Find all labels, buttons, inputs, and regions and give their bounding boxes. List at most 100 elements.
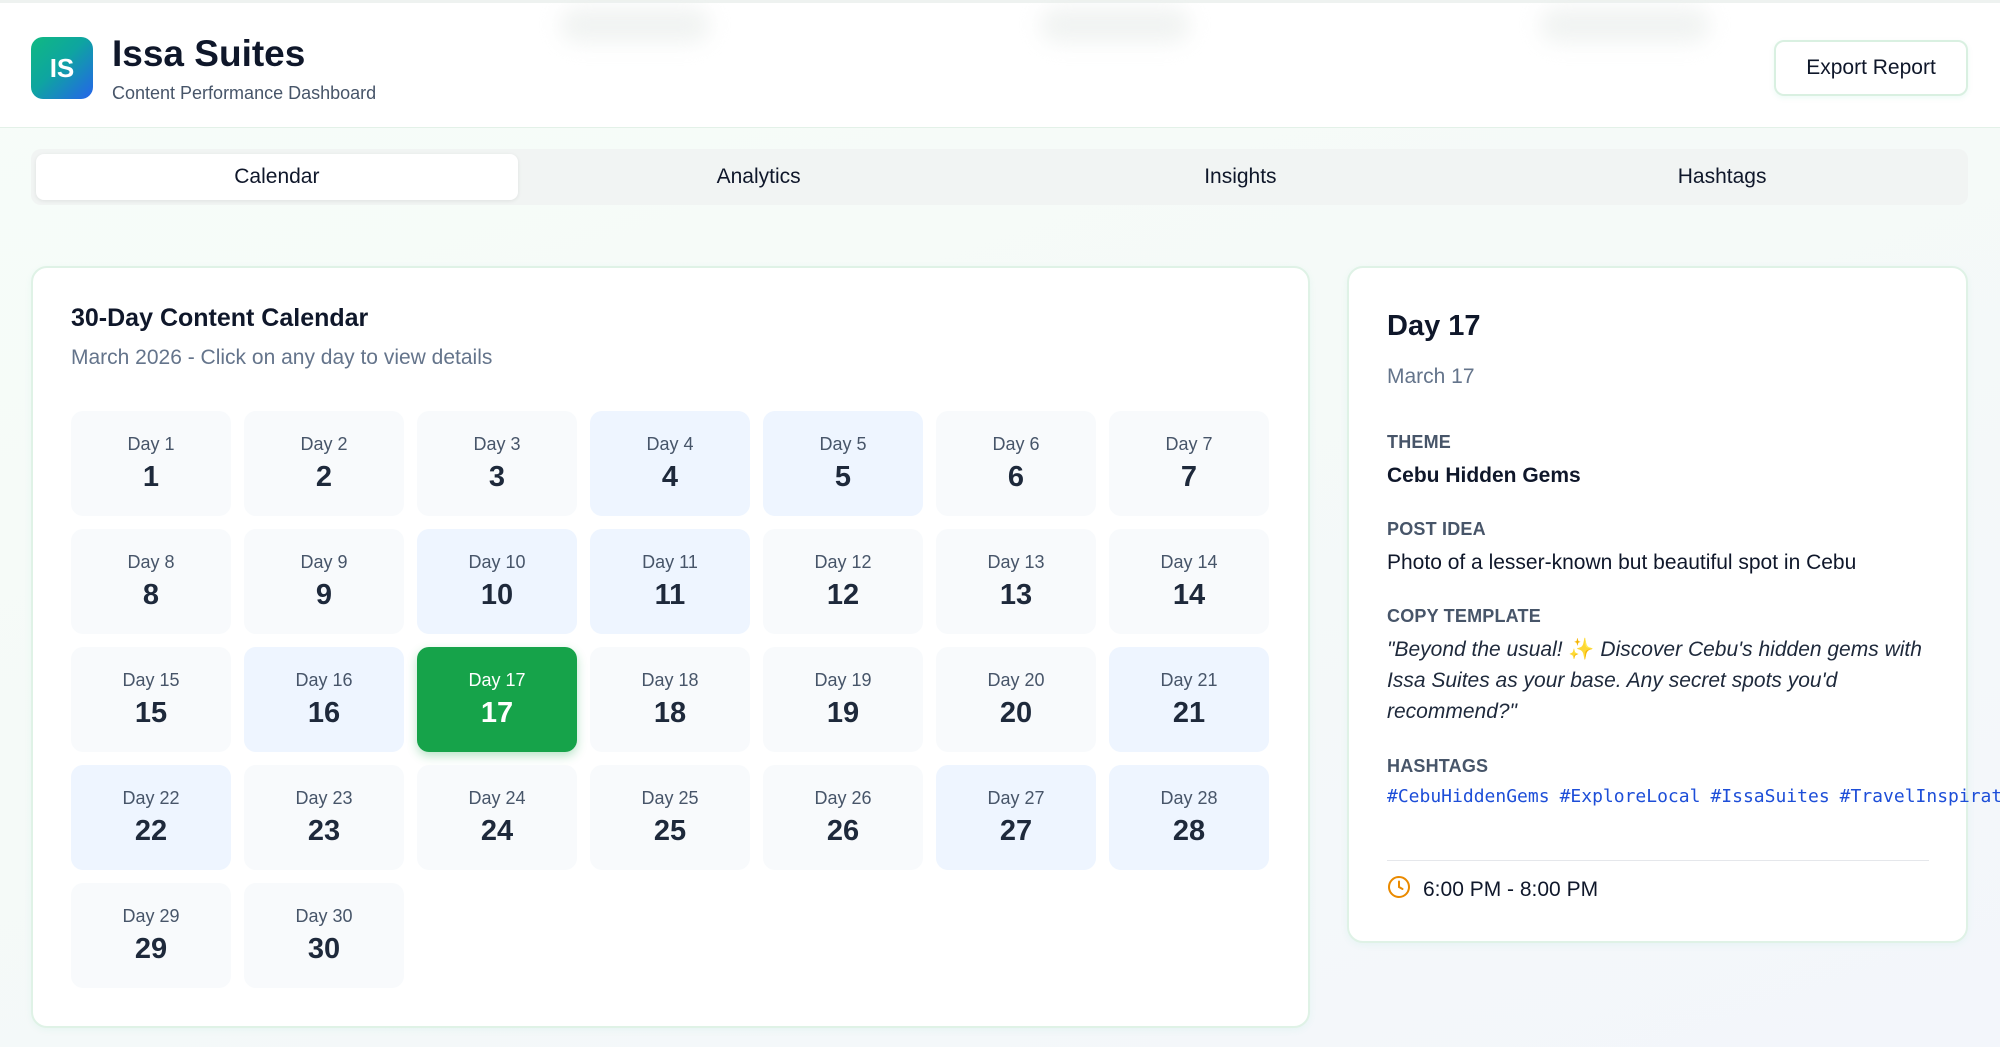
hashtag[interactable]: #IssaSuites bbox=[1710, 786, 1829, 807]
tab-analytics[interactable]: Analytics bbox=[518, 154, 1000, 200]
calendar-day-22[interactable]: Day 22 22 bbox=[71, 765, 231, 870]
calendar-day-27[interactable]: Day 27 27 bbox=[936, 765, 1096, 870]
hashtags-label: HASHTAGS bbox=[1387, 756, 1489, 776]
day-label: Day 27 bbox=[987, 787, 1045, 808]
day-label: Day 23 bbox=[295, 787, 353, 808]
tab-bar: Calendar Analytics Insights Hashtags bbox=[31, 149, 1968, 205]
export-report-button[interactable]: Export Report bbox=[1774, 40, 1968, 96]
calendar-day-20[interactable]: Day 20 20 bbox=[936, 647, 1096, 752]
calendar-day-24[interactable]: Day 24 24 bbox=[417, 765, 577, 870]
day-label: Day 28 bbox=[1160, 787, 1218, 808]
calendar-day-26[interactable]: Day 26 26 bbox=[763, 765, 923, 870]
post-idea-label: POST IDEA bbox=[1387, 519, 1486, 539]
blurred-background-element bbox=[1540, 7, 1710, 43]
copy-template-label: COPY TEMPLATE bbox=[1387, 606, 1541, 626]
day-number: 15 bbox=[134, 696, 168, 729]
detail-title: Day 17 bbox=[1387, 310, 1481, 342]
calendar-title: 30-Day Content Calendar bbox=[71, 304, 369, 332]
calendar-day-12[interactable]: Day 12 12 bbox=[763, 529, 923, 634]
app-subtitle: Content Performance Dashboard bbox=[112, 83, 377, 103]
detail-date: March 17 bbox=[1387, 365, 1475, 388]
day-number: 2 bbox=[315, 460, 333, 493]
hashtag-list: #CebuHiddenGems #ExploreLocal #IssaSuites #… bbox=[1387, 784, 2000, 809]
calendar-day-19[interactable]: Day 19 19 bbox=[763, 647, 923, 752]
calendar-day-9[interactable]: Day 9 9 bbox=[244, 529, 404, 634]
tab-insights[interactable]: Insights bbox=[1000, 154, 1482, 200]
posting-time-text: 6:00 PM - 8:00 PM bbox=[1423, 877, 1599, 901]
day-label: Day 8 bbox=[127, 551, 175, 572]
day-number: 25 bbox=[653, 814, 687, 847]
calendar-day-25[interactable]: Day 25 25 bbox=[590, 765, 750, 870]
day-label: Day 14 bbox=[1160, 551, 1218, 572]
calendar-day-2[interactable]: Day 2 2 bbox=[244, 411, 404, 516]
day-label: Day 22 bbox=[122, 787, 180, 808]
tab-calendar[interactable]: Calendar bbox=[36, 154, 518, 200]
day-number: 5 bbox=[834, 460, 852, 493]
calendar-day-30[interactable]: Day 30 30 bbox=[244, 883, 404, 988]
day-number: 14 bbox=[1172, 578, 1206, 611]
calendar-day-18[interactable]: Day 18 18 bbox=[590, 647, 750, 752]
day-label: Day 9 bbox=[300, 551, 348, 572]
day-label: Day 15 bbox=[122, 669, 180, 690]
calendar-day-3[interactable]: Day 3 3 bbox=[417, 411, 577, 516]
calendar-day-8[interactable]: Day 8 8 bbox=[71, 529, 231, 634]
calendar-day-29[interactable]: Day 29 29 bbox=[71, 883, 231, 988]
day-number: 19 bbox=[826, 696, 860, 729]
hashtag[interactable]: #TravelInspiration bbox=[1840, 786, 2000, 807]
hashtag[interactable]: #ExploreLocal bbox=[1560, 786, 1701, 807]
calendar-day-5[interactable]: Day 5 5 bbox=[763, 411, 923, 516]
calendar-day-17[interactable]: Day 17 17 bbox=[417, 647, 577, 752]
calendar-card: 30-Day Content Calendar March 2026 - Cli… bbox=[31, 266, 1310, 1028]
calendar-day-13[interactable]: Day 13 13 bbox=[936, 529, 1096, 634]
calendar-day-1[interactable]: Day 1 1 bbox=[71, 411, 231, 516]
calendar-day-14[interactable]: Day 14 14 bbox=[1109, 529, 1269, 634]
day-number: 1 bbox=[142, 460, 160, 493]
day-label: Day 17 bbox=[468, 669, 526, 690]
calendar-grid: Day 1 1 Day 2 2 Day 3 3 Day 4 4 Day 5 5 Day 6 6 Day … bbox=[71, 411, 1269, 988]
day-number: 13 bbox=[999, 578, 1033, 611]
hashtag[interactable]: #CebuHiddenGems bbox=[1387, 786, 1550, 807]
day-number: 9 bbox=[315, 578, 333, 611]
day-number: 8 bbox=[142, 578, 160, 611]
app-title: Issa Suites bbox=[112, 33, 306, 74]
app-logo: IS bbox=[31, 37, 93, 99]
day-number: 4 bbox=[661, 460, 679, 493]
day-number: 23 bbox=[307, 814, 341, 847]
day-number: 30 bbox=[307, 932, 341, 965]
app-header: IS Issa Suites Content Performance Dashb… bbox=[0, 0, 2000, 128]
day-number: 12 bbox=[826, 578, 860, 611]
calendar-day-23[interactable]: Day 23 23 bbox=[244, 765, 404, 870]
post-idea-value: Photo of a lesser-known but beautiful sp… bbox=[1387, 551, 1857, 574]
tab-hashtags[interactable]: Hashtags bbox=[1481, 154, 1963, 200]
day-number: 27 bbox=[999, 814, 1033, 847]
day-number: 6 bbox=[1007, 460, 1025, 493]
theme-label: THEME bbox=[1387, 432, 1451, 452]
day-label: Day 6 bbox=[992, 433, 1040, 454]
calendar-day-10[interactable]: Day 10 10 bbox=[417, 529, 577, 634]
day-number: 28 bbox=[1172, 814, 1206, 847]
calendar-day-21[interactable]: Day 21 21 bbox=[1109, 647, 1269, 752]
copy-template-start: "Beyond the usual! bbox=[1387, 638, 1563, 661]
day-number: 10 bbox=[480, 578, 514, 611]
day-label: Day 13 bbox=[987, 551, 1045, 572]
calendar-day-16[interactable]: Day 16 16 bbox=[244, 647, 404, 752]
day-number: 16 bbox=[307, 696, 341, 729]
calendar-day-15[interactable]: Day 15 15 bbox=[71, 647, 231, 752]
day-label: Day 30 bbox=[295, 905, 353, 926]
day-number: 11 bbox=[654, 578, 686, 611]
calendar-day-7[interactable]: Day 7 7 bbox=[1109, 411, 1269, 516]
day-label: Day 26 bbox=[814, 787, 872, 808]
day-label: Day 18 bbox=[641, 669, 699, 690]
day-label: Day 20 bbox=[987, 669, 1045, 690]
calendar-day-28[interactable]: Day 28 28 bbox=[1109, 765, 1269, 870]
calendar-day-4[interactable]: Day 4 4 bbox=[590, 411, 750, 516]
blurred-background-element bbox=[1040, 7, 1190, 43]
calendar-day-11[interactable]: Day 11 11 bbox=[590, 529, 750, 634]
copy-template-text: "Beyond the usual! ✨ Discover Cebu's hid… bbox=[1387, 634, 1927, 727]
posting-time: 6:00 PM - 8:00 PM bbox=[1387, 875, 1598, 904]
calendar-day-6[interactable]: Day 6 6 bbox=[936, 411, 1096, 516]
divider bbox=[1387, 860, 1929, 861]
day-number: 22 bbox=[134, 814, 168, 847]
day-label: Day 25 bbox=[641, 787, 699, 808]
day-label: Day 16 bbox=[295, 669, 353, 690]
